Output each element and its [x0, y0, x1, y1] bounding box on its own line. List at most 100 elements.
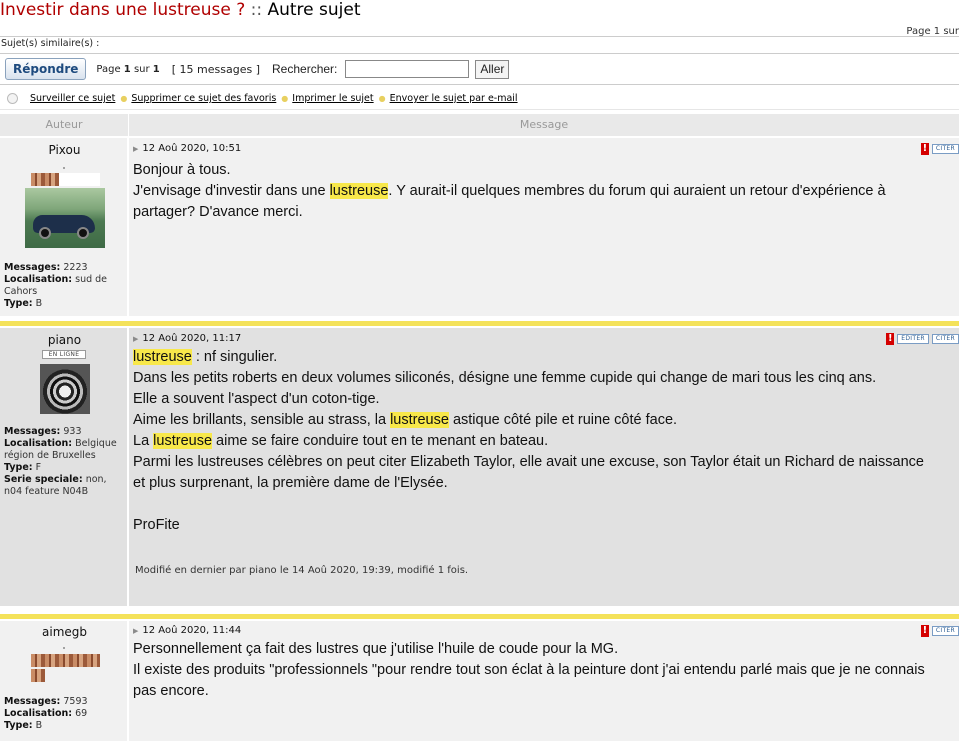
- search-label: Rechercher:: [272, 62, 338, 76]
- post-line: La lustreuse aime se faire conduire tout…: [133, 431, 955, 452]
- avatar: [25, 188, 105, 248]
- page-current: 1: [123, 63, 131, 75]
- post-arrow-icon[interactable]: ▶: [133, 627, 138, 635]
- pagination-info: Page 1 sur 1: [96, 64, 159, 75]
- post: Pixou Messages: 2223 Localisation: sud d…: [0, 138, 959, 316]
- car-wheel: [77, 227, 89, 239]
- avatar: [40, 364, 90, 414]
- search-highlight: lustreuse: [329, 183, 389, 199]
- post-line: partager? D'avance merci.: [133, 202, 955, 223]
- page-total: 1: [152, 63, 160, 75]
- author-column-header: Auteur: [0, 114, 129, 136]
- search-input[interactable]: [345, 60, 470, 78]
- text-segment: Personnellement ça fait des lustres que …: [133, 641, 619, 657]
- post-body: ▶ 12 Aoû 2020, 11:17 ! EDITER CITER lustr…: [129, 328, 959, 606]
- stat-label: Messages:: [4, 696, 61, 707]
- post-line: Personnellement ça fait des lustres que …: [133, 639, 955, 660]
- text-segment: pas encore.: [133, 683, 209, 699]
- report-icon[interactable]: !: [886, 333, 895, 345]
- post-line: [133, 494, 955, 515]
- page-prefix: Page: [96, 63, 124, 75]
- edited-suffix: le 14 Aoû 2020, 19:39, modifié 1 fois.: [276, 565, 469, 576]
- text-segment: Dans les petits roberts en deux volumes …: [133, 370, 877, 386]
- text-segment: Bonjour à tous.: [133, 162, 231, 178]
- edit-button[interactable]: EDITER: [897, 334, 929, 344]
- separator-dot: ●: [281, 94, 289, 103]
- stat-label: Messages:: [4, 426, 61, 437]
- post-text: Personnellement ça fait des lustres que …: [133, 639, 955, 702]
- text-segment: La: [133, 433, 154, 449]
- separator-dot: ●: [378, 94, 386, 103]
- text-segment: astique côté pile et ruine côté face.: [448, 412, 678, 428]
- post-line: pas encore.: [133, 681, 955, 702]
- stat-type: Type: B: [4, 720, 124, 732]
- title-separator: ::: [245, 0, 268, 20]
- similar-topics-label: Sujet(s) similaire(s) :: [0, 36, 959, 50]
- stat-value: B: [35, 298, 43, 309]
- search-go-button[interactable]: Aller: [475, 59, 510, 79]
- reply-button[interactable]: Répondre: [5, 58, 87, 80]
- search-highlight: lustreuse: [390, 412, 449, 428]
- stat-label: Localisation:: [4, 438, 73, 449]
- post-body: ▶ 12 Aoû 2020, 11:44 ! CITER Personnellem…: [129, 621, 959, 741]
- stat-messages: Messages: 2223: [4, 262, 124, 274]
- remove-bookmark-link[interactable]: Supprimer ce sujet des favoris: [131, 93, 276, 104]
- text-segment: et plus surprenant, la première dame de …: [133, 475, 448, 491]
- post-gap: [0, 606, 959, 614]
- author-name[interactable]: piano: [0, 333, 129, 347]
- stat-label: Messages:: [4, 262, 61, 273]
- post-line: Dans les petits roberts en deux volumes …: [133, 368, 955, 389]
- post-text: lustreuse : nf singulier. Dans les petit…: [133, 347, 955, 536]
- quote-button[interactable]: CITER: [931, 334, 959, 344]
- quote-button[interactable]: CITER: [931, 626, 959, 636]
- topic-actions: Surveiller ce sujet ● Supprimer ce sujet…: [0, 88, 959, 110]
- post-icons: ! CITER: [920, 625, 959, 637]
- stat-value: F: [35, 462, 42, 473]
- post-author-panel: aimegb Messages: 7593 Localisation: 69 T…: [0, 621, 129, 741]
- report-icon[interactable]: !: [920, 143, 929, 155]
- post-date-text: 12 Aoû 2020, 10:51: [142, 143, 242, 154]
- print-topic-link[interactable]: Imprimer le sujet: [292, 93, 373, 104]
- text-segment: Aime les brillants, sensible au strass, …: [133, 412, 391, 428]
- stat-messages: Messages: 933: [4, 426, 124, 438]
- post-arrow-icon[interactable]: ▶: [133, 145, 138, 153]
- stat-label: Serie speciale:: [4, 474, 83, 485]
- post-date-text: 12 Aoû 2020, 11:17: [142, 333, 242, 344]
- text-segment: Parmi les lustreuses célèbres on peut ci…: [133, 454, 924, 470]
- text-segment: J'envisage d'investir dans une: [133, 183, 330, 199]
- stat-location: Localisation: 69: [4, 708, 124, 720]
- stat-type: Type: F: [4, 462, 124, 474]
- message-count: [ 15 messages ]: [171, 62, 261, 76]
- rank-dot: [63, 647, 65, 649]
- post-separator: [0, 321, 959, 326]
- edited-note: Modifié en dernier par piano le 14 Aoû 2…: [135, 565, 468, 576]
- edited-prefix: Modifié en dernier par: [135, 565, 249, 576]
- post-arrow-icon[interactable]: ▶: [133, 335, 138, 343]
- author-stats: Messages: 2223 Localisation: sud de Caho…: [4, 262, 124, 310]
- post-line: Aime les brillants, sensible au strass, …: [133, 410, 955, 431]
- stat-location: Localisation: sud de Cahors: [4, 274, 124, 298]
- stat-label: Localisation:: [4, 274, 73, 285]
- post-separator: [0, 614, 959, 619]
- posts-table-header: Auteur Message: [0, 114, 959, 136]
- author-stats: Messages: 933 Localisation: Belgique rég…: [4, 426, 124, 498]
- watch-topic-link[interactable]: Surveiller ce sujet: [30, 93, 115, 104]
- online-badge: EN LIGNE: [42, 350, 86, 359]
- author-name[interactable]: aimegb: [0, 625, 129, 639]
- edited-by-user[interactable]: piano: [249, 565, 277, 576]
- post-date: ▶ 12 Aoû 2020, 11:17: [133, 333, 241, 344]
- report-icon[interactable]: !: [920, 625, 929, 637]
- email-topic-link[interactable]: Envoyer le sujet par e-mail: [390, 93, 518, 104]
- topic-radio[interactable]: [7, 93, 18, 104]
- post-icons: ! CITER: [920, 143, 959, 155]
- topic-title[interactable]: Investir dans une lustreuse ?: [0, 0, 245, 20]
- stat-value: 69: [75, 708, 88, 719]
- car-wheel: [39, 227, 51, 239]
- text-segment: aime se faire conduire tout en te menant…: [212, 433, 549, 449]
- quote-button[interactable]: CITER: [931, 144, 959, 154]
- stat-value: 2223: [63, 262, 88, 273]
- post-line: ProFite: [133, 515, 955, 536]
- author-name[interactable]: Pixou: [0, 143, 129, 157]
- stat-label: Type:: [4, 298, 33, 309]
- forum-category[interactable]: Autre sujet: [267, 0, 360, 20]
